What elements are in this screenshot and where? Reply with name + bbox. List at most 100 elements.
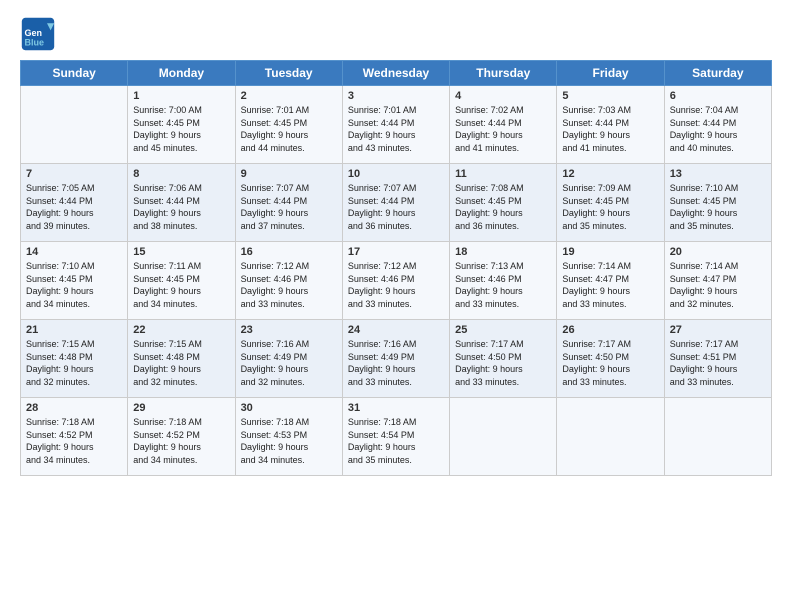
- day-number: 27: [670, 324, 766, 336]
- day-number: 1: [133, 90, 229, 102]
- day-number: 20: [670, 246, 766, 258]
- cell-content: Sunrise: 7:15 AM Sunset: 4:48 PM Dayligh…: [26, 338, 122, 388]
- day-number: 25: [455, 324, 551, 336]
- calendar-cell: 21 Sunrise: 7:15 AM Sunset: 4:48 PM Dayli…: [21, 320, 128, 398]
- calendar-cell: 12 Sunrise: 7:09 AM Sunset: 4:45 PM Dayli…: [557, 164, 664, 242]
- cell-content: Sunrise: 7:06 AM Sunset: 4:44 PM Dayligh…: [133, 182, 229, 232]
- day-number: 4: [455, 90, 551, 102]
- calendar-cell: 18 Sunrise: 7:13 AM Sunset: 4:46 PM Dayli…: [450, 242, 557, 320]
- day-number: 6: [670, 90, 766, 102]
- cell-content: Sunrise: 7:15 AM Sunset: 4:48 PM Dayligh…: [133, 338, 229, 388]
- calendar-cell: [450, 398, 557, 476]
- calendar-cell: 4 Sunrise: 7:02 AM Sunset: 4:44 PM Daylig…: [450, 86, 557, 164]
- day-header-friday: Friday: [557, 61, 664, 86]
- calendar-cell: 7Sunrise: 7:05 AM Sunset: 4:44 PM Daylig…: [21, 164, 128, 242]
- day-number: 16: [241, 246, 337, 258]
- header: Gen Blue: [20, 16, 772, 52]
- day-number: 14: [26, 246, 122, 258]
- cell-content: Sunrise: 7:01 AM Sunset: 4:45 PM Dayligh…: [241, 104, 337, 154]
- cell-content: Sunrise: 7:18 AM Sunset: 4:52 PM Dayligh…: [26, 416, 122, 466]
- calendar-cell: 28 Sunrise: 7:18 AM Sunset: 4:52 PM Dayli…: [21, 398, 128, 476]
- day-header-sunday: Sunday: [21, 61, 128, 86]
- cell-content: Sunrise: 7:12 AM Sunset: 4:46 PM Dayligh…: [241, 260, 337, 310]
- day-number: 11: [455, 168, 551, 180]
- day-number: 28: [26, 402, 122, 414]
- cell-content: Sunrise: 7:12 AM Sunset: 4:46 PM Dayligh…: [348, 260, 444, 310]
- calendar-cell: 31 Sunrise: 7:18 AM Sunset: 4:54 PM Dayli…: [342, 398, 449, 476]
- calendar-cell: 2 Sunrise: 7:01 AM Sunset: 4:45 PM Daylig…: [235, 86, 342, 164]
- calendar-cell: 3 Sunrise: 7:01 AM Sunset: 4:44 PM Daylig…: [342, 86, 449, 164]
- day-number: 22: [133, 324, 229, 336]
- day-number: 19: [562, 246, 658, 258]
- cell-content: Sunrise: 7:16 AM Sunset: 4:49 PM Dayligh…: [348, 338, 444, 388]
- cell-content: Sunrise: 7:01 AM Sunset: 4:44 PM Dayligh…: [348, 104, 444, 154]
- day-number: 29: [133, 402, 229, 414]
- calendar-cell: 20 Sunrise: 7:14 AM Sunset: 4:47 PM Dayli…: [664, 242, 771, 320]
- calendar-cell: 1 Sunrise: 7:00 AM Sunset: 4:45 PM Daylig…: [128, 86, 235, 164]
- day-number: 17: [348, 246, 444, 258]
- calendar-header: SundayMondayTuesdayWednesdayThursdayFrid…: [21, 61, 772, 86]
- day-number: 12: [562, 168, 658, 180]
- calendar-cell: [557, 398, 664, 476]
- calendar-cell: 19 Sunrise: 7:14 AM Sunset: 4:47 PM Dayli…: [557, 242, 664, 320]
- cell-content: Sunrise: 7:05 AM Sunset: 4:44 PM Dayligh…: [26, 182, 122, 232]
- cell-content: Sunrise: 7:13 AM Sunset: 4:46 PM Dayligh…: [455, 260, 551, 310]
- svg-text:Gen: Gen: [25, 28, 43, 38]
- day-number: 3: [348, 90, 444, 102]
- cell-content: Sunrise: 7:07 AM Sunset: 4:44 PM Dayligh…: [241, 182, 337, 232]
- calendar-cell: 17 Sunrise: 7:12 AM Sunset: 4:46 PM Dayli…: [342, 242, 449, 320]
- cell-content: Sunrise: 7:18 AM Sunset: 4:54 PM Dayligh…: [348, 416, 444, 466]
- cell-content: Sunrise: 7:04 AM Sunset: 4:44 PM Dayligh…: [670, 104, 766, 154]
- day-number: 31: [348, 402, 444, 414]
- cell-content: Sunrise: 7:11 AM Sunset: 4:45 PM Dayligh…: [133, 260, 229, 310]
- cell-content: Sunrise: 7:10 AM Sunset: 4:45 PM Dayligh…: [26, 260, 122, 310]
- cell-content: Sunrise: 7:08 AM Sunset: 4:45 PM Dayligh…: [455, 182, 551, 232]
- calendar-week-4: 28 Sunrise: 7:18 AM Sunset: 4:52 PM Dayli…: [21, 398, 772, 476]
- calendar-cell: 8 Sunrise: 7:06 AM Sunset: 4:44 PM Daylig…: [128, 164, 235, 242]
- day-number: 18: [455, 246, 551, 258]
- day-number: 13: [670, 168, 766, 180]
- day-number: 2: [241, 90, 337, 102]
- cell-content: Sunrise: 7:14 AM Sunset: 4:47 PM Dayligh…: [670, 260, 766, 310]
- day-number: 9: [241, 168, 337, 180]
- calendar-cell: 9 Sunrise: 7:07 AM Sunset: 4:44 PM Daylig…: [235, 164, 342, 242]
- cell-content: Sunrise: 7:17 AM Sunset: 4:50 PM Dayligh…: [562, 338, 658, 388]
- calendar-cell: [21, 86, 128, 164]
- calendar-cell: 26 Sunrise: 7:17 AM Sunset: 4:50 PM Dayli…: [557, 320, 664, 398]
- cell-content: Sunrise: 7:07 AM Sunset: 4:44 PM Dayligh…: [348, 182, 444, 232]
- day-number: 30: [241, 402, 337, 414]
- page-container: Gen Blue SundayMondayTuesdayWednesdayThu…: [0, 0, 792, 486]
- calendar-week-0: 1 Sunrise: 7:00 AM Sunset: 4:45 PM Daylig…: [21, 86, 772, 164]
- calendar-cell: 15Sunrise: 7:11 AM Sunset: 4:45 PM Dayli…: [128, 242, 235, 320]
- calendar-cell: 13 Sunrise: 7:10 AM Sunset: 4:45 PM Dayli…: [664, 164, 771, 242]
- calendar-cell: 29 Sunrise: 7:18 AM Sunset: 4:52 PM Dayli…: [128, 398, 235, 476]
- day-number: 10: [348, 168, 444, 180]
- cell-content: Sunrise: 7:18 AM Sunset: 4:53 PM Dayligh…: [241, 416, 337, 466]
- calendar-week-1: 7Sunrise: 7:05 AM Sunset: 4:44 PM Daylig…: [21, 164, 772, 242]
- cell-content: Sunrise: 7:10 AM Sunset: 4:45 PM Dayligh…: [670, 182, 766, 232]
- cell-content: Sunrise: 7:00 AM Sunset: 4:45 PM Dayligh…: [133, 104, 229, 154]
- cell-content: Sunrise: 7:02 AM Sunset: 4:44 PM Dayligh…: [455, 104, 551, 154]
- calendar-cell: 23 Sunrise: 7:16 AM Sunset: 4:49 PM Dayli…: [235, 320, 342, 398]
- cell-content: Sunrise: 7:09 AM Sunset: 4:45 PM Dayligh…: [562, 182, 658, 232]
- calendar-cell: 14 Sunrise: 7:10 AM Sunset: 4:45 PM Dayli…: [21, 242, 128, 320]
- svg-text:Blue: Blue: [25, 38, 45, 48]
- calendar-cell: 6 Sunrise: 7:04 AM Sunset: 4:44 PM Daylig…: [664, 86, 771, 164]
- logo-icon: Gen Blue: [20, 16, 56, 52]
- calendar-cell: 27Sunrise: 7:17 AM Sunset: 4:51 PM Dayli…: [664, 320, 771, 398]
- day-number: 23: [241, 324, 337, 336]
- day-header-thursday: Thursday: [450, 61, 557, 86]
- calendar-week-3: 21 Sunrise: 7:15 AM Sunset: 4:48 PM Dayli…: [21, 320, 772, 398]
- cell-content: Sunrise: 7:14 AM Sunset: 4:47 PM Dayligh…: [562, 260, 658, 310]
- day-header-monday: Monday: [128, 61, 235, 86]
- day-number: 26: [562, 324, 658, 336]
- calendar-cell: 25Sunrise: 7:17 AM Sunset: 4:50 PM Dayli…: [450, 320, 557, 398]
- calendar-week-2: 14 Sunrise: 7:10 AM Sunset: 4:45 PM Dayli…: [21, 242, 772, 320]
- calendar-cell: 22 Sunrise: 7:15 AM Sunset: 4:48 PM Dayli…: [128, 320, 235, 398]
- day-number: 21: [26, 324, 122, 336]
- day-number: 8: [133, 168, 229, 180]
- cell-content: Sunrise: 7:18 AM Sunset: 4:52 PM Dayligh…: [133, 416, 229, 466]
- calendar-cell: 11 Sunrise: 7:08 AM Sunset: 4:45 PM Dayli…: [450, 164, 557, 242]
- cell-content: Sunrise: 7:16 AM Sunset: 4:49 PM Dayligh…: [241, 338, 337, 388]
- calendar-cell: 16 Sunrise: 7:12 AM Sunset: 4:46 PM Dayli…: [235, 242, 342, 320]
